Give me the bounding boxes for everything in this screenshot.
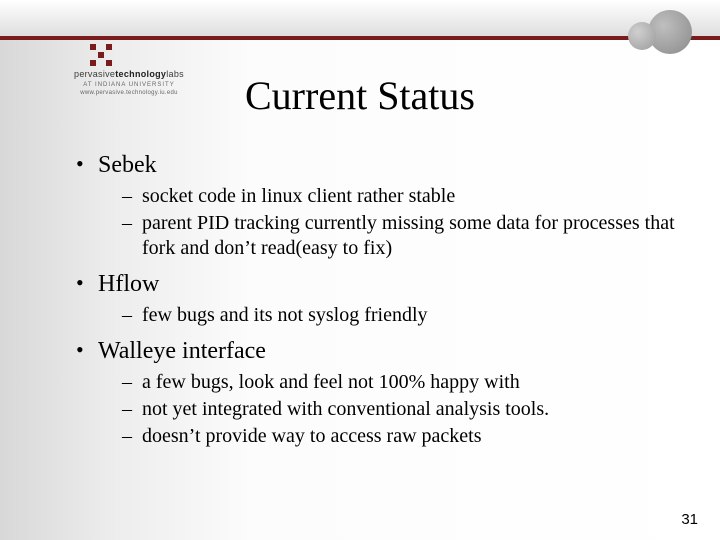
- bullet-3: Walleye interface a few bugs, look and f…: [70, 336, 680, 449]
- bullet-2: Hflow few bugs and its not syslog friend…: [70, 269, 680, 328]
- bullet-3-sub-1: a few bugs, look and feel not 100% happy…: [98, 370, 680, 395]
- bullet-3-sub-2: not yet integrated with conventional ana…: [98, 397, 680, 422]
- bullet-1-sub-2: parent PID tracking currently missing so…: [98, 211, 680, 261]
- bullet-1-sub-1: socket code in linux client rather stabl…: [98, 184, 680, 209]
- bullet-3-text: Walleye interface: [98, 338, 266, 364]
- bullet-3-sub-3: doesn’t provide way to access raw packet…: [98, 424, 680, 449]
- page-number: 31: [681, 511, 698, 528]
- bullet-1-text: Sebek: [98, 152, 157, 178]
- slide: pervasivetechnologylabs AT INDIANA UNIVE…: [0, 0, 720, 540]
- slide-content: Sebek socket code in linux client rather…: [70, 150, 680, 457]
- logo-icon: [90, 44, 112, 66]
- top-bar: [0, 0, 720, 40]
- bullet-2-text: Hflow: [98, 271, 159, 297]
- decor-circle-small: [628, 22, 656, 50]
- bullet-2-sub-1: few bugs and its not syslog friendly: [98, 303, 680, 328]
- slide-title: Current Status: [0, 72, 720, 119]
- bullet-1: Sebek socket code in linux client rather…: [70, 150, 680, 261]
